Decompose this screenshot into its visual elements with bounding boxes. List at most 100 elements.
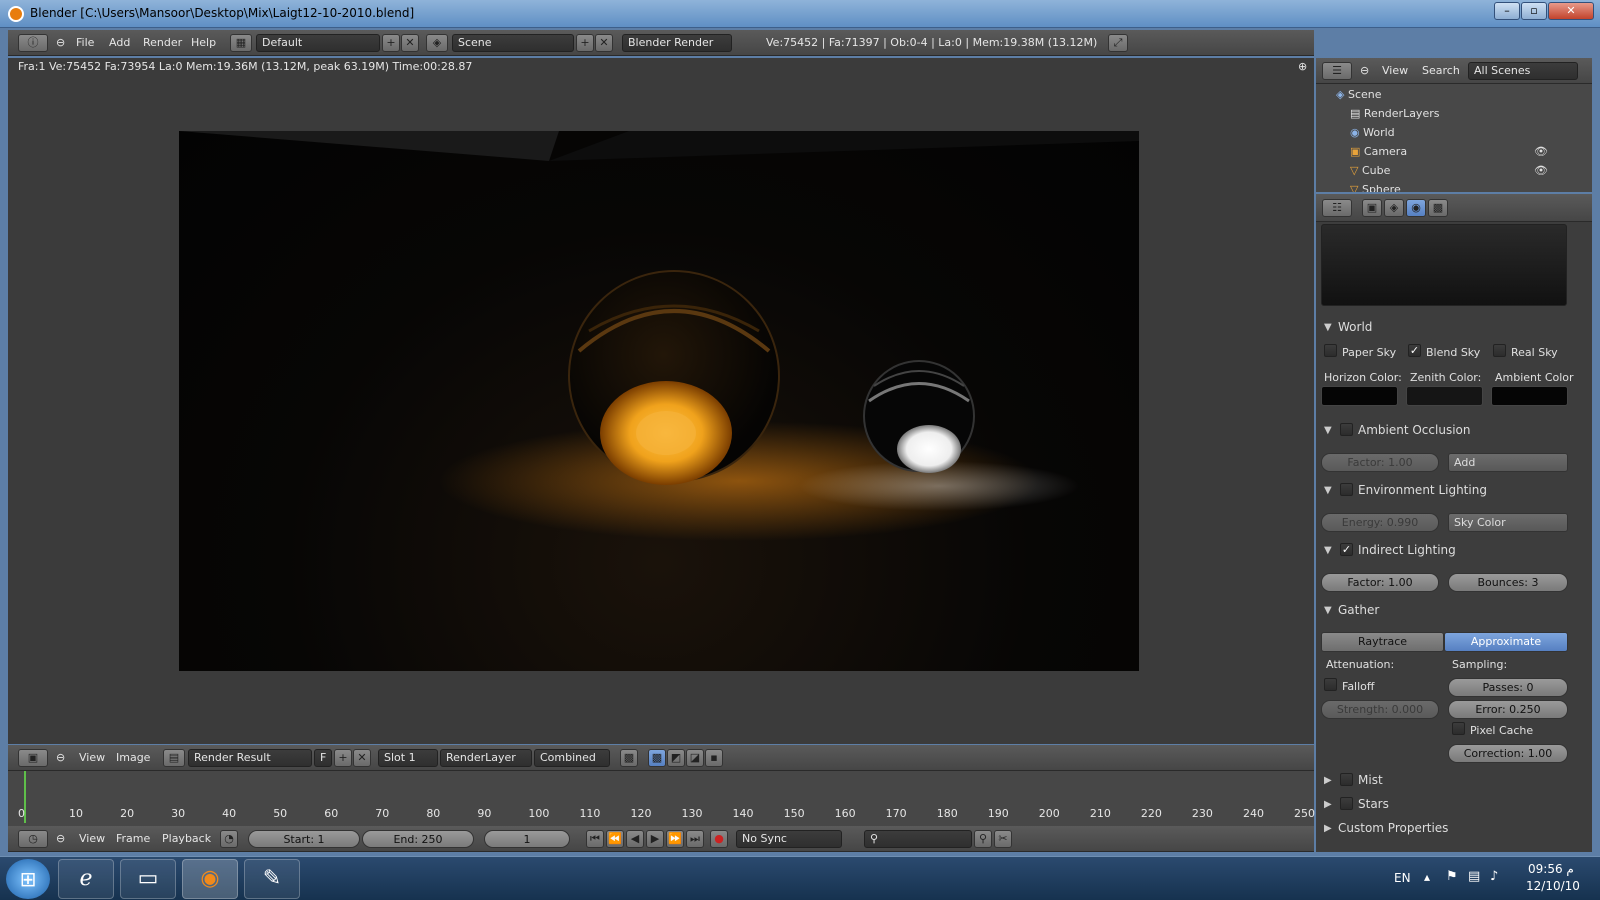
image-menu-view[interactable]: View [79,751,105,764]
blender-taskbar-icon[interactable]: ◉ [182,859,238,899]
ambient-color-swatch[interactable] [1491,386,1568,406]
pixel-cache-checkbox[interactable] [1452,722,1465,735]
image-menu-image[interactable]: Image [116,751,150,764]
passes-field[interactable]: Passes: 0 [1448,678,1568,697]
render-tab-icon[interactable]: ▣ [1362,199,1382,217]
draw-pass-icon[interactable]: ▪ [705,749,723,767]
maximize-button[interactable]: ▫ [1521,2,1547,20]
env-lighting-checkbox[interactable] [1340,483,1353,496]
close-button[interactable]: ✕ [1548,2,1594,20]
indirect-lighting-checkbox[interactable]: ✓ [1340,543,1353,556]
falloff-checkbox[interactable] [1324,678,1337,691]
record-icon[interactable]: ● [710,830,728,848]
jump-prev-keyframe-icon[interactable]: ⏪ [606,830,624,848]
indirect-lighting-panel-title[interactable]: Indirect Lighting [1358,543,1456,557]
outliner-display-dropdown[interactable]: All Scenes [1468,62,1578,80]
timeline-area[interactable]: 0 10 20 30 40 50 60 70 80 90 100 110 120 130 140 150 160… [8,771,1315,826]
gather-approximate-button[interactable]: Approximate [1444,632,1568,652]
add-scene-icon[interactable]: + [576,34,594,52]
language-indicator[interactable]: EN [1394,871,1411,885]
indirect-bounces-field[interactable]: Bounces: 3 [1448,573,1568,592]
jump-next-keyframe-icon[interactable]: ⏩ [666,830,684,848]
clock-time[interactable]: 09:56 م [1528,862,1574,876]
internet-explorer-icon[interactable]: ℯ [58,859,114,899]
world-tab-icon[interactable]: ◉ [1406,199,1426,217]
timeline-menu-playback[interactable]: Playback [162,832,211,845]
expand-triangle-icon[interactable]: ▶ [1324,775,1332,786]
world-panel-title[interactable]: World [1338,320,1372,334]
jump-start-icon[interactable]: ⏮ [586,830,604,848]
outliner-item-camera[interactable]: ▣ Camera [1350,145,1407,158]
expand-triangle-icon[interactable]: ▶ [1324,823,1332,834]
clock-date[interactable]: 12/10/10 [1526,879,1580,893]
collapse-triangle-icon[interactable]: ▼ [1324,605,1332,616]
outliner-item-scene[interactable]: ◈ Scene [1336,88,1382,101]
scene-icon[interactable]: ◈ [426,34,448,52]
properties-panel[interactable]: ▼ World Paper Sky ✓ Blend Sky Real Sky H… [1316,222,1592,852]
env-source-dropdown[interactable]: Sky Color [1448,513,1568,532]
collapse-triangle-icon[interactable]: ▼ [1324,485,1332,496]
volume-icon[interactable]: ♪ [1490,869,1498,884]
zenith-color-swatch[interactable] [1406,386,1483,406]
collapse-triangle-icon[interactable]: ▼ [1324,545,1332,556]
image-name-field[interactable]: Render Result [188,749,312,767]
custom-properties-panel-title[interactable]: Custom Properties [1338,821,1448,835]
outliner-item-sphere[interactable]: ▽ Sphere [1350,183,1401,192]
add-screen-icon[interactable]: + [382,34,400,52]
remove-scene-icon[interactable]: ✕ [595,34,613,52]
timeline-editor-type-icon[interactable]: ◷ [18,830,48,848]
collapse-icon[interactable]: ⊖ [56,751,65,764]
env-lighting-panel-title[interactable]: Environment Lighting [1358,483,1487,497]
outliner-item-cube[interactable]: ▽ Cube [1350,164,1390,177]
collapse-triangle-icon[interactable]: ▼ [1324,322,1332,333]
flag-icon[interactable]: ⚑ [1446,869,1458,884]
outliner-item-world[interactable]: ◉ World [1350,126,1395,139]
draw-alpha-icon[interactable]: ◩ [667,749,685,767]
render-layer-dropdown[interactable]: RenderLayer [440,749,532,767]
horizon-color-swatch[interactable] [1321,386,1398,406]
preview-range-icon[interactable]: ◔ [220,830,238,848]
delete-keyframe-icon[interactable]: ✂ [994,830,1012,848]
play-icon[interactable]: ▶ [646,830,664,848]
properties-editor-type-icon[interactable]: ☷ [1322,199,1352,217]
expand-triangle-icon[interactable]: ▶ [1324,799,1332,810]
gather-raytrace-button[interactable]: Raytrace [1321,632,1444,652]
env-energy-field[interactable]: Energy: 0.990 [1321,513,1439,532]
real-sky-checkbox[interactable] [1493,344,1506,357]
tray-arrow-icon[interactable]: ▴ [1424,870,1430,884]
menu-add[interactable]: Add [109,36,130,49]
menu-render[interactable]: Render [143,36,182,49]
slot-dropdown[interactable]: Slot 1 [378,749,438,767]
fake-user-button[interactable]: F [314,749,332,767]
outliner-menu-view[interactable]: View [1382,64,1408,77]
paper-sky-checkbox[interactable] [1324,344,1337,357]
current-frame-field[interactable]: 1 [484,830,570,848]
screen-layout-icon[interactable]: ▦ [230,34,252,52]
info-editor-type-icon[interactable]: ⓘ [18,34,48,52]
ao-factor-field[interactable]: Factor: 1.00 [1321,453,1439,472]
collapse-icon[interactable]: ⊖ [1360,64,1369,77]
insert-keyframe-icon[interactable]: ⚲ [974,830,992,848]
draw-zbuffer-icon[interactable]: ◪ [686,749,704,767]
scene-field[interactable]: Scene [452,34,574,52]
gather-panel-title[interactable]: Gather [1338,603,1379,617]
alpha-checker-icon[interactable]: ▩ [620,749,638,767]
mist-checkbox[interactable] [1340,773,1353,786]
viewport-plus-icon[interactable]: ⊕ [1298,60,1307,73]
collapse-triangle-icon[interactable]: ▼ [1324,425,1332,436]
visibility-eye-icon[interactable]: 👁 [1534,164,1548,177]
keying-set-field[interactable]: ⚲ [864,830,972,848]
ao-panel-title[interactable]: Ambient Occlusion [1358,423,1470,437]
render-engine-dropdown[interactable]: Blender Render [622,34,732,52]
start-button-icon[interactable]: ⊞ [6,859,50,899]
outliner-item-renderlayers[interactable]: ▤ RenderLayers [1350,107,1439,120]
strength-field[interactable]: Strength: 0.000 [1321,700,1439,719]
stars-panel-title[interactable]: Stars [1358,797,1389,811]
outliner-tree[interactable]: ◈ Scene ▤ RenderLayers ◉ World ▣ Camera … [1316,84,1592,192]
draw-image-icon[interactable]: ▩ [648,749,666,767]
visibility-eye-icon[interactable]: 👁 [1534,145,1548,158]
scene-tab-icon[interactable]: ◈ [1384,199,1404,217]
collapse-icon[interactable]: ⊖ [56,832,65,845]
file-explorer-icon[interactable]: ▭ [120,859,176,899]
minimize-button[interactable]: – [1494,2,1520,20]
